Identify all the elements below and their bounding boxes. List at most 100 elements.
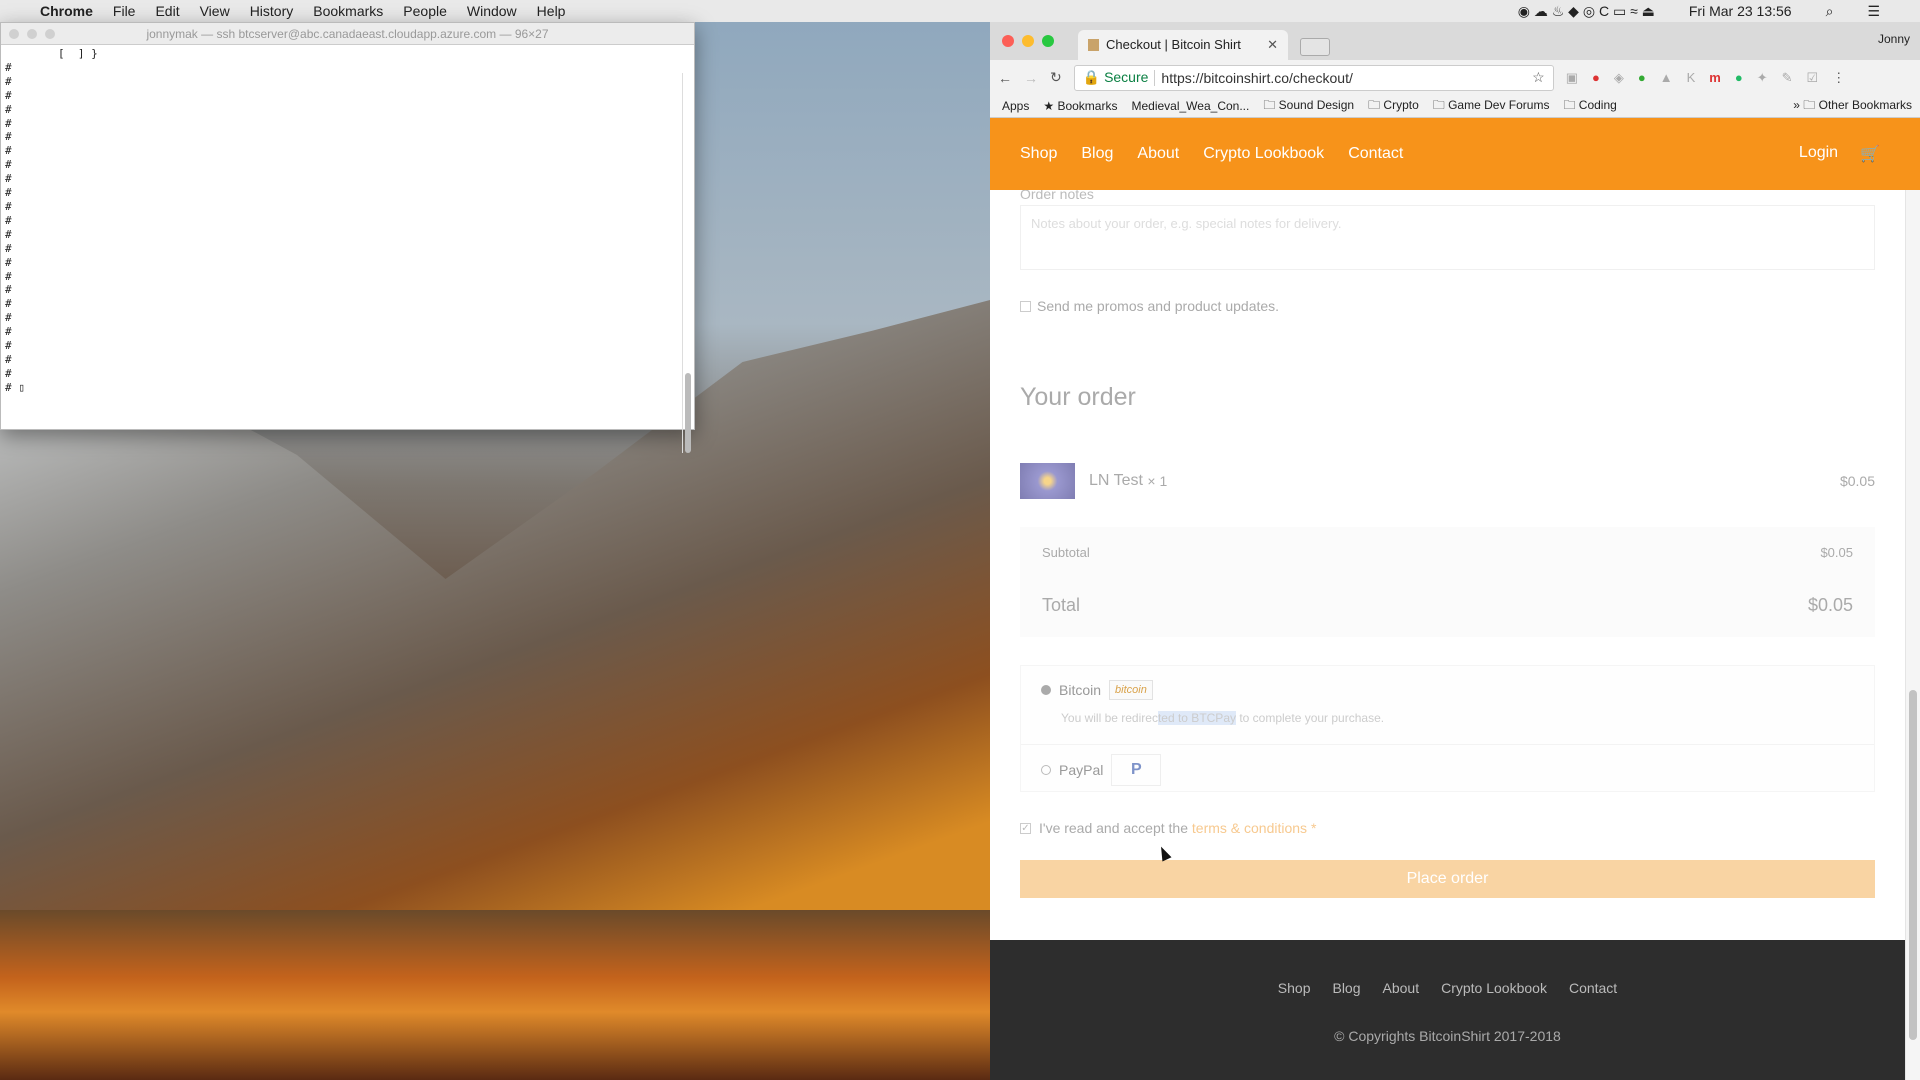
secure-badge[interactable]: 🔒 Secure xyxy=(1083,69,1149,86)
bookmark-apps[interactable]: Apps xyxy=(1002,99,1029,113)
other-bookmarks[interactable]: » 🗀 Other Bookmarks xyxy=(1793,96,1912,117)
status-icons[interactable]: ◉ ☁ ♨ ◆ ◎ C ▭ ≈ ⏏ xyxy=(1518,3,1655,20)
tab-title: Checkout | Bitcoin Shirt xyxy=(1106,37,1241,52)
zoom-button[interactable] xyxy=(45,29,55,39)
wallpaper-lake xyxy=(0,910,990,1080)
bitcoin-label: Bitcoin xyxy=(1059,682,1102,698)
spotlight-icon[interactable]: ⌕ xyxy=(1826,3,1834,20)
radio-paypal[interactable] xyxy=(1041,765,1051,775)
bookmark-bookmarks[interactable]: ★ Bookmarks xyxy=(1043,99,1117,113)
menu-history[interactable]: History xyxy=(250,3,294,19)
new-tab-button[interactable] xyxy=(1300,38,1330,56)
favicon-icon xyxy=(1088,39,1099,51)
order-item: LN Test × 1 $0.05 xyxy=(1020,463,1875,499)
close-button[interactable] xyxy=(9,29,19,39)
close-tab-icon[interactable]: ✕ xyxy=(1267,30,1278,60)
terminal-output[interactable]: [ ] } # # # # # # # # # # # # # # # # # … xyxy=(1,45,694,397)
clock[interactable]: Fri Mar 23 13:56 xyxy=(1689,3,1792,19)
checkout-page: Order notes Notes about your order, e.g.… xyxy=(990,190,1905,962)
bookmarks-bar: Apps ★ Bookmarks Medieval_Wea_Con... 🗀 S… xyxy=(990,95,1920,118)
radio-bitcoin[interactable] xyxy=(1041,685,1051,695)
footer-blog[interactable]: Blog xyxy=(1332,980,1360,996)
page-scrollbar[interactable] xyxy=(1905,190,1920,1080)
bookmark-game-dev[interactable]: 🗀 Game Dev Forums xyxy=(1433,96,1550,117)
menu-app[interactable]: Chrome xyxy=(40,3,93,19)
menu-file[interactable]: File xyxy=(113,3,136,19)
paypal-label: PayPal xyxy=(1059,762,1104,778)
chrome-window: Checkout | Bitcoin Shirt ✕ Jonny ← → ↻ 🔒 … xyxy=(990,22,1920,1080)
terms-checkbox[interactable]: ✓ I've read and accept the terms & condit… xyxy=(1020,820,1316,836)
checkbox-checked[interactable]: ✓ xyxy=(1020,822,1031,834)
address-bar[interactable]: 🔒 Secure https://bitcoinshirt.co/checkou… xyxy=(1073,64,1554,91)
bitcoin-description: You will be redirected to BTCPay to comp… xyxy=(1061,711,1385,725)
profile-button[interactable]: Jonny xyxy=(1878,32,1910,46)
copyright: © Copyrights BitcoinShirt 2017-2018 xyxy=(1334,1028,1561,1044)
item-price: $0.05 xyxy=(1839,473,1875,489)
terms-link[interactable]: terms & conditions xyxy=(1192,820,1307,836)
menu-people[interactable]: People xyxy=(403,3,447,19)
close-button[interactable] xyxy=(1002,35,1014,47)
divider xyxy=(1021,744,1874,745)
cart-icon[interactable]: 🛒 xyxy=(1860,144,1880,164)
notification-center-icon[interactable]: ☰ xyxy=(1867,3,1880,20)
menu-edit[interactable]: Edit xyxy=(155,3,179,19)
zoom-button[interactable] xyxy=(1042,35,1054,47)
nav-crypto-lookbook[interactable]: Crypto Lookbook xyxy=(1203,145,1324,163)
bookmark-medieval[interactable]: Medieval_Wea_Con... xyxy=(1131,99,1249,113)
footer-about[interactable]: About xyxy=(1383,980,1420,996)
minimize-button[interactable] xyxy=(27,29,37,39)
extension-icons[interactable]: ▣ ● ◈ ● ▲ Km ● ✦ ✎ ☑ ⋮ xyxy=(1566,70,1845,86)
item-name: LN Test xyxy=(1089,472,1143,489)
menu-bookmarks[interactable]: Bookmarks xyxy=(313,3,383,19)
bitcoin-logo: bitcoin xyxy=(1109,680,1153,700)
back-icon[interactable]: ← xyxy=(998,70,1012,86)
payment-paypal[interactable]: PayPal P xyxy=(1041,754,1162,786)
footer-contact[interactable]: Contact xyxy=(1569,980,1617,996)
toolbar: ← → ↻ 🔒 Secure https://bitcoinshirt.co/c… xyxy=(990,60,1920,95)
nav-shop[interactable]: Shop xyxy=(1020,145,1057,163)
site-nav: Shop Blog About Crypto Lookbook Contact … xyxy=(990,118,1920,190)
terminal-scrollbar[interactable] xyxy=(682,73,692,453)
menu-view[interactable]: View xyxy=(200,3,230,19)
minimize-button[interactable] xyxy=(1022,35,1034,47)
terms-label: I've read and accept the xyxy=(1039,820,1192,836)
order-notes-label: Order notes xyxy=(1020,190,1094,202)
bookmark-sound-design[interactable]: 🗀 Sound Design xyxy=(1263,96,1354,117)
footer-shop[interactable]: Shop xyxy=(1278,980,1311,996)
url-text[interactable]: https://bitcoinshirt.co/checkout/ xyxy=(1154,69,1353,86)
subtotal-label: Subtotal xyxy=(1042,545,1090,560)
place-order-button[interactable]: Place order xyxy=(1020,860,1875,898)
nav-blog[interactable]: Blog xyxy=(1081,145,1113,163)
footer-crypto-lookbook[interactable]: Crypto Lookbook xyxy=(1441,980,1547,996)
login-link[interactable]: Login xyxy=(1799,144,1838,164)
nav-about[interactable]: About xyxy=(1137,145,1179,163)
payment-bitcoin[interactable]: Bitcoin bitcoin xyxy=(1041,680,1153,700)
reload-icon[interactable]: ↻ xyxy=(1050,69,1062,86)
site-footer: Shop Blog About Crypto Lookbook Contact … xyxy=(990,940,1905,1080)
tab-bar: Checkout | Bitcoin Shirt ✕ Jonny xyxy=(990,22,1920,60)
item-qty: × 1 xyxy=(1147,473,1168,489)
terminal-titlebar[interactable]: jonnymak — ssh btcserver@abc.canadaeast.… xyxy=(1,23,694,45)
order-notes-input[interactable]: Notes about your order, e.g. special not… xyxy=(1020,205,1875,270)
bookmark-crypto[interactable]: 🗀 Crypto xyxy=(1368,96,1419,117)
forward-icon[interactable]: → xyxy=(1024,70,1038,86)
terminal-window[interactable]: jonnymak — ssh btcserver@abc.canadaeast.… xyxy=(0,22,695,453)
bookmark-coding[interactable]: 🗀 Coding xyxy=(1563,96,1616,117)
mac-menubar: Chrome File Edit View History Bookmarks … xyxy=(0,0,1920,22)
required-marker: * xyxy=(1307,820,1317,836)
checkbox[interactable] xyxy=(1020,300,1031,312)
menu-window[interactable]: Window xyxy=(467,3,517,19)
total-value: $0.05 xyxy=(1807,595,1853,615)
order-totals: Subtotal $0.05 Total $0.05 xyxy=(1020,527,1875,637)
nav-contact[interactable]: Contact xyxy=(1348,145,1403,163)
bookmark-star-icon[interactable]: ☆ xyxy=(1532,69,1545,86)
product-thumbnail xyxy=(1020,463,1075,499)
paypal-logo: P xyxy=(1111,754,1162,786)
tab-checkout[interactable]: Checkout | Bitcoin Shirt ✕ xyxy=(1078,30,1288,60)
your-order-heading: Your order xyxy=(1020,383,1136,411)
text-selection: ted to BTCPay xyxy=(1157,711,1236,725)
payment-methods: Bitcoin bitcoin You will be redirected to… xyxy=(1020,665,1875,792)
menu-help[interactable]: Help xyxy=(537,3,566,19)
promo-checkbox[interactable]: Send me promos and product updates. xyxy=(1020,298,1279,314)
subtotal-value: $0.05 xyxy=(1820,545,1853,560)
